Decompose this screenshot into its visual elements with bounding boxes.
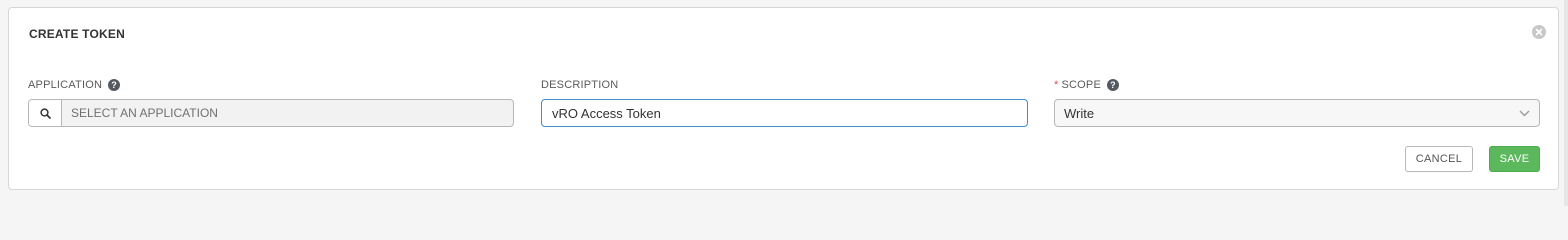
application-input[interactable]	[62, 100, 513, 126]
scope-label-text: * SCOPE	[1054, 79, 1101, 91]
application-search-button[interactable]	[29, 100, 62, 126]
save-button[interactable]: SAVE	[1489, 146, 1540, 172]
application-label: APPLICATION	[28, 79, 103, 91]
required-marker: *	[1054, 79, 1059, 91]
application-help-icon[interactable]: ?	[108, 79, 121, 91]
search-icon	[39, 107, 51, 119]
description-label-row: DESCRIPTION	[541, 79, 618, 91]
scope-select[interactable]: Write	[1054, 99, 1540, 127]
scope-label-row: * SCOPE ?	[1054, 79, 1119, 91]
page-scrollbar-edge	[1564, 0, 1568, 206]
create-token-panel: CREATE TOKEN APPLICATION ? DESCRIPTION *…	[8, 7, 1559, 190]
application-label-row: APPLICATION ?	[28, 79, 121, 91]
scope-help-icon[interactable]: ?	[1107, 79, 1119, 91]
cancel-button[interactable]: CANCEL	[1405, 146, 1473, 172]
scope-selected-value: Write	[1064, 105, 1095, 121]
chevron-down-icon	[1509, 110, 1539, 117]
description-label: DESCRIPTION	[541, 79, 619, 91]
close-circle-icon	[1535, 28, 1543, 36]
description-input[interactable]	[541, 99, 1028, 127]
panel-title: CREATE TOKEN	[29, 27, 125, 41]
application-lookup	[28, 99, 514, 127]
close-button[interactable]	[1532, 25, 1546, 39]
scope-label: SCOPE	[1061, 79, 1101, 91]
